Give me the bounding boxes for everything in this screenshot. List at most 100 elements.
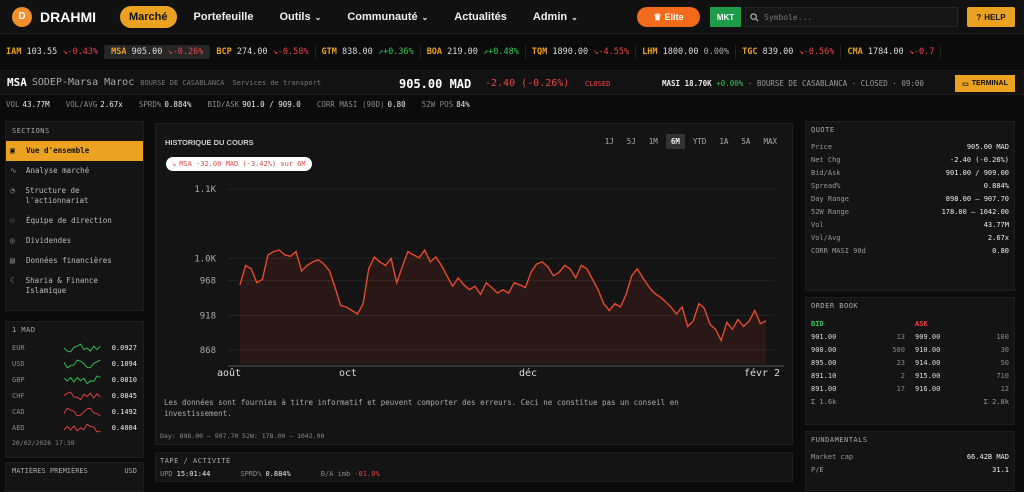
quote-label: Vol [811, 220, 824, 229]
nav-item-1[interactable]: Portefeuille [185, 6, 263, 28]
range-MAX[interactable]: MAX [758, 134, 782, 149]
section-item-5[interactable]: ▤ Données financières [6, 251, 143, 271]
ticker-item[interactable]: TGC 839.00 ↘-0.56% [736, 45, 842, 59]
quote-label: Bid/Ask [811, 168, 841, 177]
ticker-item[interactable]: IAM 103.55 ↘-0.43% [0, 45, 106, 59]
fx-title: 1 MAD [12, 326, 36, 334]
section-item-1[interactable]: ∿ Analyse marché [6, 161, 143, 181]
bid-size: 23 [896, 358, 905, 367]
section-item-4[interactable]: ◎ Dividendes [6, 231, 143, 251]
orderbook-row[interactable]: 900.00 500 910.00 30 [806, 343, 1014, 356]
stat-label: VOL/AVG [65, 99, 98, 109]
quote-row: Price 905.00 MAD [806, 140, 1014, 153]
elite-button[interactable]: ♛ Elite [637, 7, 700, 27]
market-toggle[interactable]: MKT [710, 7, 741, 27]
ticker-symbol: LHM [642, 47, 658, 57]
ticker-symbol: IAM [6, 47, 22, 57]
y-tick-label: 918 [200, 311, 216, 321]
fx-row[interactable]: CHF 0.0845 [6, 388, 143, 404]
ticker-change: +0.48% [488, 47, 519, 57]
price-chart[interactable]: 1.1K 1.0K 968 918 868 août oct déc févr 2 [156, 176, 792, 404]
symbol-search[interactable] [745, 7, 958, 27]
quote-value: 901.00 / 909.00 [945, 168, 1009, 177]
ticker-symbol: CMA [847, 47, 863, 57]
nav-item-5[interactable]: Admin ⌄ [524, 6, 587, 28]
tape-spread-value: 0.884% [265, 470, 291, 478]
tape-spread-label: SPRD% [240, 470, 262, 478]
terminal-icon: ▭ [962, 80, 969, 88]
tape-panel: TAPE / ACTIVITÉ UPD 15:01:44 SPRD% 0.884… [155, 452, 793, 482]
tape-time: 15:01:44 [176, 470, 211, 478]
bid-price: 891.00 [811, 384, 837, 393]
orderbook-row[interactable]: 901.00 13 909.00 100 [806, 330, 1014, 343]
brand-name: DRAHMI [40, 8, 96, 25]
ask-price: 910.00 [915, 345, 941, 354]
ticker-item[interactable]: MSA 905.00 ↘-0.26% [105, 45, 211, 59]
ticker-item[interactable]: GTM 838.00 ↗+0.36% [316, 45, 421, 59]
fx-currency: GBP [12, 376, 25, 384]
people-icon: ⚇ [10, 216, 15, 225]
section-item-6[interactable]: ☾ Sharia & Finance Islamique [6, 271, 143, 301]
section-item-0[interactable]: ▣ Vue d'ensemble [6, 141, 143, 161]
quote-row: CORR MASI 90d 0.80 [806, 244, 1014, 257]
orderbook-row[interactable]: 891.00 17 916.00 12 [806, 382, 1014, 395]
quote-label: Net Chg [811, 155, 841, 164]
range-1J[interactable]: 1J [600, 134, 619, 149]
range-1A[interactable]: 1A [714, 134, 733, 149]
fx-row[interactable]: EUR 0.0927 [6, 340, 143, 356]
range-6M[interactable]: 6M [665, 134, 685, 149]
fx-row[interactable]: CAD 0.1492 [6, 404, 143, 420]
nav-item-0[interactable]: Marché [120, 5, 177, 28]
orderbook-row[interactable]: 891.10 2 915.00 710 [806, 369, 1014, 382]
fx-row[interactable]: GBP 0.0810 [6, 372, 143, 388]
performance-text: MSA -32.00 MAD (-3.42%) sur 6M [179, 160, 306, 168]
quote-label: Day Range [811, 194, 849, 203]
nav-item-2[interactable]: Outils ⌄ [270, 6, 330, 28]
sector-name: Services de transport [232, 78, 322, 87]
nav-item-4[interactable]: Actualités [445, 6, 516, 28]
orderbook-panel: ORDER BOOK BID ASK 901.00 13 909.00 100 900.… [805, 297, 1015, 425]
nav-item-3[interactable]: Communauté ⌄ [338, 6, 437, 28]
fundamental-row: P/E 31.1 [806, 463, 1014, 476]
terminal-button[interactable]: ▭ TERMINAL [955, 75, 1015, 92]
sections-list: ▣ Vue d'ensemble ∿ Analyse marché ◔ Structure… [6, 141, 143, 301]
ticker-price: 219.00 [447, 47, 478, 57]
fx-panel: 1 MAD EUR 0.0927 USD 0.1094 GBP 0.0810 CHF 0.08… [5, 321, 144, 458]
section-item-2[interactable]: ◔ Structure de l'actionnariat [6, 181, 143, 211]
fx-row[interactable]: USD 0.1094 [6, 356, 143, 372]
search-input[interactable] [764, 12, 944, 22]
quote-row: Vol/Avg 2.67x [806, 231, 1014, 244]
ticker-change: -0.7 [913, 47, 935, 57]
ask-size: 710 [996, 371, 1009, 380]
ticker-symbol: BOA [426, 47, 443, 57]
section-label: Équipe de direction [26, 216, 112, 225]
range-5A[interactable]: 5A [736, 134, 755, 149]
range-1M[interactable]: 1M [644, 134, 663, 149]
quote-row: 52W Range 178.00 – 1042.00 [806, 205, 1014, 218]
ticker-price: 103.55 [26, 47, 58, 57]
section-item-3[interactable]: ⚇ Équipe de direction [6, 211, 143, 231]
ticker-item[interactable]: BCP 274.00 ↘-0.58% [210, 45, 316, 59]
ticker-item[interactable]: LHM 1800.00 0.00% [636, 45, 737, 59]
last-price: 905.00 MAD [399, 77, 472, 91]
nav-label: Marché [129, 10, 168, 23]
fx-row[interactable]: AED 0.4004 [6, 420, 143, 436]
section-label: Dividendes [26, 236, 72, 245]
ticker-price: 1800.00 [662, 47, 699, 57]
security-name: SODEP-Marsa Maroc [31, 77, 135, 88]
ticker-item[interactable]: BOA 219.00 ↗+0.48% [421, 45, 526, 59]
stat-value: 901.0 / 909.0 [242, 99, 301, 109]
brand-logo[interactable]: D DRAHMI [12, 6, 120, 27]
range-YTD[interactable]: YTD [688, 134, 712, 149]
stats-bar: VOL 43.77M VOL/AVG 2.67x SPRD% 0.884% BID/ASK 9… [0, 96, 1024, 112]
orderbook-row[interactable]: 895.00 23 914.00 50 [806, 356, 1014, 369]
ticker-item[interactable]: TQM 1890.00 ↘-4.55% [526, 45, 637, 59]
quote-row: Spread% 0.884% [806, 179, 1014, 192]
ticker-price: 838.00 [342, 47, 373, 57]
help-button[interactable]: ? HELP [967, 7, 1015, 27]
chart-footer: Day: 898.00 – 907.70 52W: 178.00 – 1042.… [160, 432, 325, 440]
x-tick-label: oct [339, 368, 357, 379]
ticker-item[interactable]: CMA 1784.00 ↘-0.7 [841, 45, 942, 59]
quote-label: 52W Range [811, 207, 849, 216]
range-5J[interactable]: 5J [622, 134, 641, 149]
